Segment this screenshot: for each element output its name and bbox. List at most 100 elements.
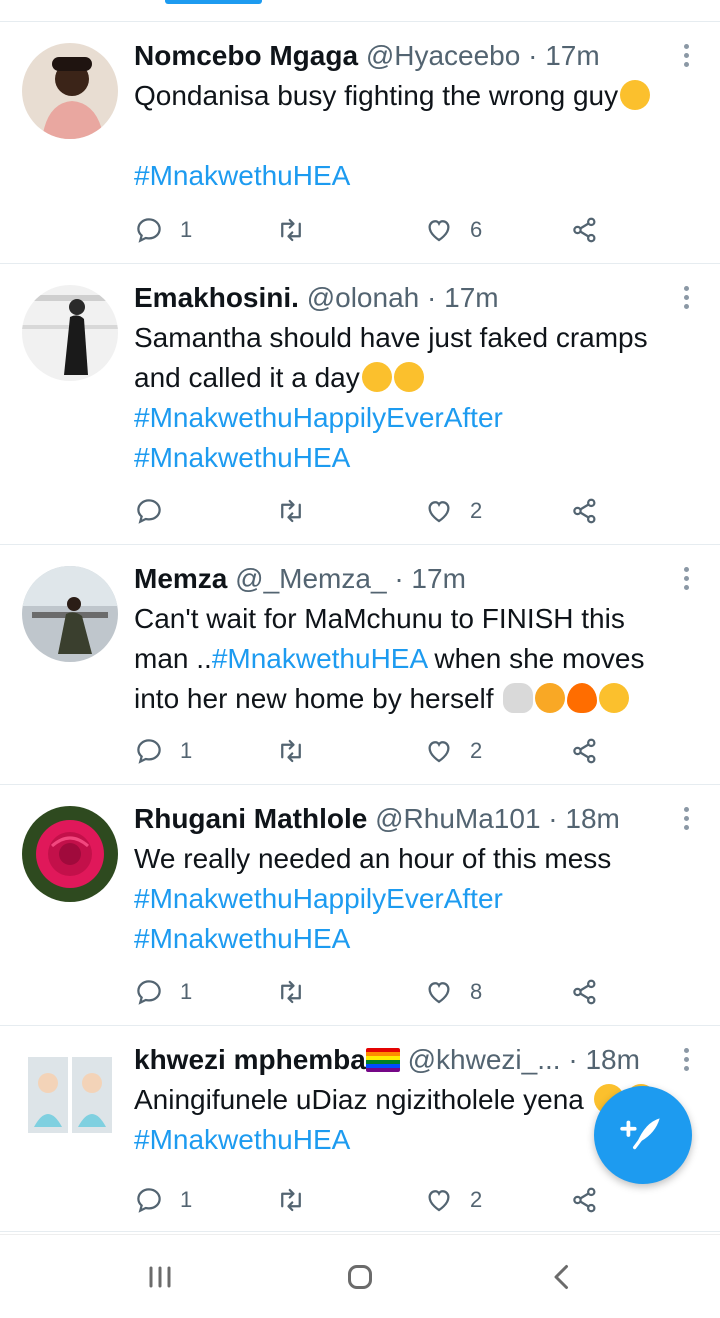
separator: ·	[427, 282, 437, 313]
hashtag-link[interactable]: #MnakwethuHEA	[134, 923, 350, 954]
compose-tweet-icon	[620, 1118, 660, 1150]
tweet-text-line: Samantha should have just faked cramps	[134, 322, 648, 353]
reply-count: 1	[180, 1187, 193, 1212]
tweet-text: Samantha should have just faked cramps a…	[134, 318, 680, 478]
share-button[interactable]	[570, 972, 600, 1012]
like-count: 2	[470, 1187, 483, 1212]
separator: ·	[568, 1044, 578, 1075]
tweet-feed[interactable]: Nomcebo Mgaga @Hyaceebo · 17m Qondanisa …	[0, 22, 720, 1232]
retweet-icon	[281, 218, 301, 242]
timestamp[interactable]: 17m	[444, 282, 498, 313]
heart-icon	[428, 741, 450, 763]
skull-emoji	[503, 683, 534, 713]
retweet-button[interactable]	[276, 972, 306, 1012]
more-vertical-icon[interactable]	[682, 44, 690, 74]
recent-apps-icon	[149, 1266, 171, 1288]
system-navigation-bar	[0, 1234, 720, 1318]
crying-face-emoji	[599, 683, 630, 713]
more-vertical-icon[interactable]	[682, 1048, 690, 1078]
avatar[interactable]	[22, 566, 118, 662]
tweet-header: Memza @_Memza_ · 17m	[134, 559, 680, 599]
like-button[interactable]: 6	[424, 210, 482, 250]
tweet-text-line: Qondanisa busy fighting the wrong guy	[134, 80, 619, 111]
avatar[interactable]	[22, 43, 118, 139]
more-vertical-icon[interactable]	[682, 807, 690, 837]
separator: ·	[548, 803, 558, 834]
tweet-header: khwezi mphemba @khwezi_... · 18m	[134, 1040, 680, 1080]
avatar[interactable]	[22, 806, 118, 902]
share-button[interactable]	[570, 1180, 600, 1220]
more-vertical-icon[interactable]	[682, 286, 690, 316]
like-button[interactable]: 2	[424, 1180, 482, 1220]
reply-button[interactable]: 1	[134, 210, 192, 250]
tweet-header: Rhugani Mathlole @RhuMa101 · 18m	[134, 799, 680, 839]
compose-tweet-button[interactable]	[594, 1086, 692, 1184]
author-handle[interactable]: @RhuMa101	[375, 803, 540, 834]
reply-button[interactable]: 1	[134, 972, 192, 1012]
tweet-card[interactable]: Emakhosini. @olonah · 17m Samantha shoul…	[0, 264, 720, 545]
recent-apps-button[interactable]	[140, 1257, 180, 1297]
author-handle[interactable]: @khwezi_...	[408, 1044, 561, 1075]
retweet-button[interactable]	[276, 1180, 306, 1220]
reply-button[interactable]: 1	[134, 1180, 192, 1220]
share-button[interactable]	[570, 210, 600, 250]
like-count: 6	[470, 217, 483, 242]
tweet-actions: 2	[134, 491, 614, 531]
author-handle[interactable]: @_Memza_	[235, 563, 386, 594]
hashtag-link[interactable]: #MnakwethuHEA	[134, 442, 350, 473]
speech-bubble-icon	[137, 218, 161, 243]
author-name[interactable]: Nomcebo Mgaga	[134, 40, 358, 71]
tweet-card[interactable]: Memza @_Memza_ · 17m Can't wait for MaMc…	[0, 545, 720, 785]
avatar[interactable]	[22, 1047, 118, 1143]
hashtag-link[interactable]: #MnakwethuHappilyEverAfter	[134, 883, 503, 914]
tweet-text-line: Can't wait for MaMchunu to FINISH this	[134, 603, 625, 634]
hashtag-link[interactable]: #MnakwethuHEA	[134, 1124, 350, 1155]
retweet-button[interactable]	[276, 210, 306, 250]
separator: ·	[394, 563, 404, 594]
separator: ·	[528, 40, 538, 71]
author-name[interactable]: Rhugani Mathlole	[134, 803, 367, 834]
retweet-icon	[281, 739, 301, 763]
tweet-header: Emakhosini. @olonah · 17m	[134, 278, 680, 318]
more-vertical-icon[interactable]	[682, 567, 690, 597]
tweet-card[interactable]: Nomcebo Mgaga @Hyaceebo · 17m Qondanisa …	[0, 22, 720, 264]
timestamp[interactable]: 18m	[565, 803, 619, 834]
tweet-card[interactable]: Rhugani Mathlole @RhuMa101 · 18m We real…	[0, 785, 720, 1026]
like-count: 2	[470, 738, 483, 763]
home-button[interactable]	[340, 1257, 380, 1297]
share-button[interactable]	[570, 491, 600, 531]
speech-bubble-icon	[137, 739, 161, 764]
hashtag-link[interactable]: #MnakwethuHEA	[134, 160, 350, 191]
timestamp[interactable]: 18m	[585, 1044, 639, 1075]
tweet-text-line: Aningifunele uDiaz ngizitholele yena	[134, 1084, 592, 1115]
home-icon	[348, 1265, 372, 1289]
retweet-button[interactable]	[276, 491, 306, 531]
fire-emoji	[567, 683, 598, 713]
avatar[interactable]	[22, 285, 118, 381]
hashtag-link[interactable]: #MnakwethuHappilyEverAfter	[134, 402, 503, 433]
like-button[interactable]: 2	[424, 731, 482, 771]
share-icon	[573, 1187, 596, 1213]
share-button[interactable]	[570, 731, 600, 771]
tweet-text-line: into her new home by herself	[134, 683, 502, 714]
timestamp[interactable]: 17m	[545, 40, 599, 71]
like-button[interactable]: 2	[424, 491, 482, 531]
back-button[interactable]	[542, 1257, 582, 1297]
like-count: 2	[470, 498, 483, 523]
author-handle[interactable]: @olonah	[307, 282, 420, 313]
reply-button[interactable]	[134, 491, 164, 531]
top-tab-strip	[0, 0, 720, 22]
retweet-button[interactable]	[276, 731, 306, 771]
like-count: 8	[470, 979, 483, 1004]
reply-count: 1	[180, 979, 193, 1004]
author-name[interactable]: khwezi mphemba	[134, 1044, 366, 1075]
author-name[interactable]: Memza	[134, 563, 227, 594]
heart-icon	[428, 1190, 450, 1212]
like-button[interactable]: 8	[424, 972, 482, 1012]
tweet-text-line: We really needed an hour of this mess	[134, 843, 612, 874]
author-name[interactable]: Emakhosini.	[134, 282, 299, 313]
reply-button[interactable]: 1	[134, 731, 192, 771]
hashtag-link[interactable]: #MnakwethuHEA	[212, 643, 427, 674]
author-handle[interactable]: @Hyaceebo	[366, 40, 521, 71]
timestamp[interactable]: 17m	[411, 563, 465, 594]
